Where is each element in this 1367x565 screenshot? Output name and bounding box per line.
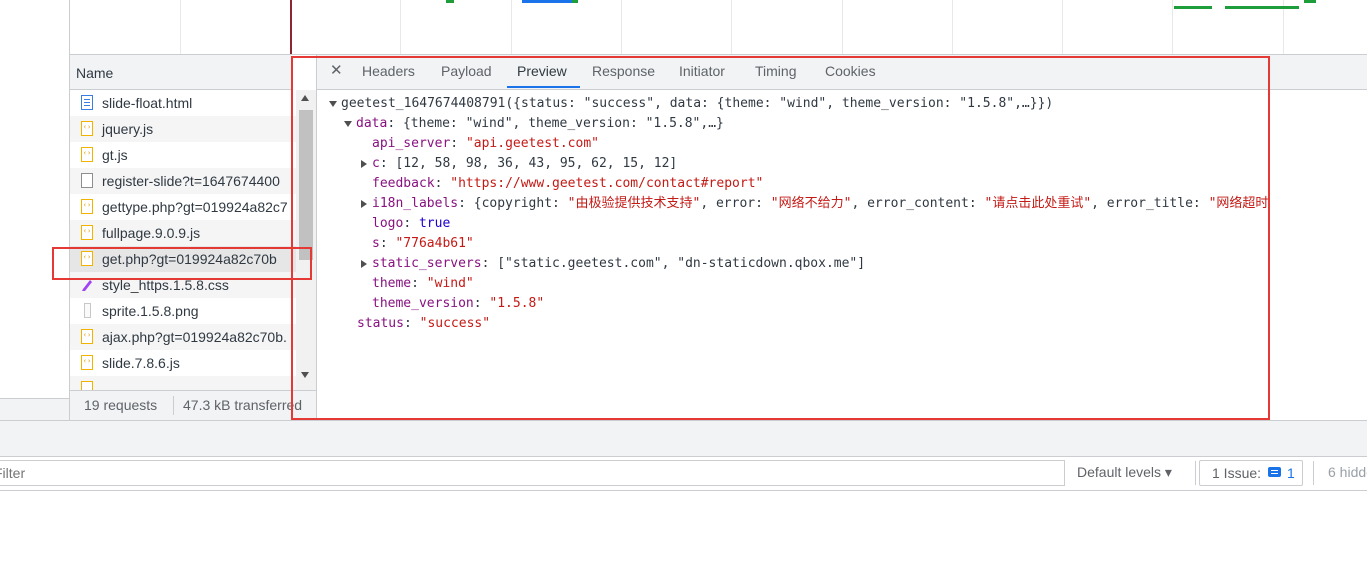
request-list: slide-float.html ‹› jquery.js ‹› gt.js r… bbox=[70, 90, 296, 390]
waterfall-gridline bbox=[621, 0, 622, 54]
waterfall-gridline bbox=[842, 0, 843, 54]
waterfall-bar bbox=[1225, 6, 1299, 9]
log-levels-dropdown[interactable]: Default levels ▾ bbox=[1077, 464, 1172, 481]
request-name: slide-float.html bbox=[102, 95, 193, 111]
console-drawer-header bbox=[0, 420, 1367, 457]
divider bbox=[1195, 461, 1196, 485]
script-icon: ‹› bbox=[81, 147, 93, 162]
request-name: gt.js bbox=[102, 147, 128, 163]
issues-label: 1 Issue: bbox=[1212, 465, 1262, 481]
request-count: 19 requests bbox=[84, 397, 158, 413]
script-icon: ‹› bbox=[81, 355, 93, 370]
issues-button[interactable]: 1 Issue: 1 bbox=[1199, 460, 1303, 486]
panel-background bbox=[0, 398, 69, 421]
console-filter-input[interactable] bbox=[0, 460, 1065, 486]
script-icon bbox=[81, 381, 93, 390]
issue-message-icon bbox=[1268, 467, 1281, 477]
annotation-highlight-box bbox=[52, 247, 312, 280]
request-name: slide.7.8.6.js bbox=[102, 355, 180, 371]
annotation-highlight-box bbox=[291, 56, 1270, 420]
script-icon: ‹› bbox=[81, 199, 93, 214]
request-row[interactable]: ‹› gt.js bbox=[70, 142, 296, 168]
request-row[interactable]: register-slide?t=1647674400 bbox=[70, 168, 296, 194]
divider bbox=[173, 396, 174, 415]
network-status-bar: 19 requests 47.3 kB transferred bbox=[70, 390, 316, 421]
request-row-partial[interactable] bbox=[70, 376, 296, 390]
request-row[interactable]: ‹› fullpage.9.0.9.js bbox=[70, 220, 296, 246]
waterfall-gridline bbox=[180, 0, 181, 54]
request-name: sprite.1.5.8.png bbox=[102, 303, 199, 319]
script-icon: ‹› bbox=[81, 225, 93, 240]
transferred-size: 47.3 kB transferred bbox=[183, 397, 303, 413]
request-name: ajax.php?gt=019924a82c70b. bbox=[102, 329, 287, 345]
waterfall-gridline bbox=[1062, 0, 1063, 54]
waterfall-gridline bbox=[952, 0, 953, 54]
hidden-messages-count: 6 hidden bbox=[1328, 464, 1367, 480]
network-waterfall bbox=[0, 0, 1367, 54]
request-name: fullpage.9.0.9.js bbox=[102, 225, 201, 241]
request-name: gettype.php?gt=019924a82c7 bbox=[102, 199, 288, 215]
waterfall-bar bbox=[446, 0, 454, 3]
document-icon bbox=[81, 95, 93, 110]
divider bbox=[1313, 461, 1314, 485]
script-icon: ‹› bbox=[81, 121, 93, 136]
waterfall-marker bbox=[290, 0, 292, 54]
request-row[interactable]: ‹› ajax.php?gt=019924a82c70b. bbox=[70, 324, 296, 350]
waterfall-gridline bbox=[731, 0, 732, 54]
image-icon bbox=[84, 303, 91, 318]
request-row[interactable]: ‹› jquery.js bbox=[70, 116, 296, 142]
waterfall-gridline bbox=[400, 0, 401, 54]
name-column-header[interactable]: Name bbox=[70, 55, 291, 90]
request-name: jquery.js bbox=[102, 121, 154, 137]
waterfall-bar bbox=[1304, 0, 1316, 3]
request-row[interactable]: slide-float.html bbox=[70, 90, 296, 116]
name-column-label: Name bbox=[76, 65, 114, 81]
waterfall-gridline bbox=[511, 0, 512, 54]
issues-count: 1 bbox=[1287, 465, 1295, 481]
waterfall-gridline bbox=[1172, 0, 1173, 54]
request-row[interactable]: ‹› slide.7.8.6.js bbox=[70, 350, 296, 376]
waterfall-bar bbox=[522, 0, 572, 3]
script-icon: ‹› bbox=[81, 329, 93, 344]
xhr-icon bbox=[81, 173, 93, 188]
request-name: register-slide?t=1647674400 bbox=[102, 173, 280, 189]
waterfall-bar bbox=[1174, 6, 1212, 9]
request-row[interactable]: ‹› gettype.php?gt=019924a82c7 bbox=[70, 194, 296, 220]
waterfall-bar bbox=[572, 0, 578, 3]
request-row[interactable]: sprite.1.5.8.png bbox=[70, 298, 296, 324]
